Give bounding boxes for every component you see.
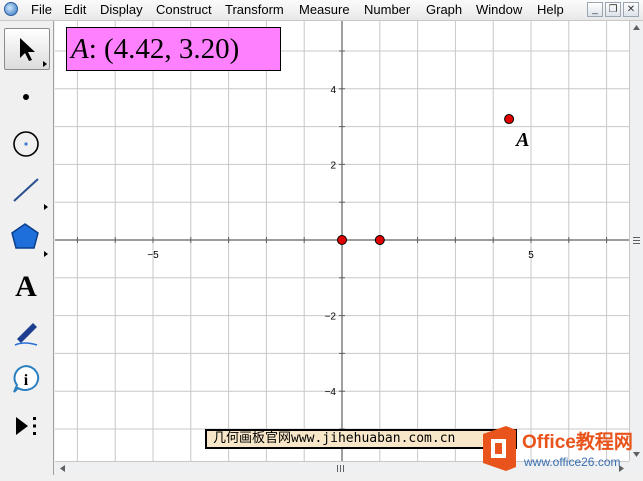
- information-tool[interactable]: i: [4, 358, 50, 400]
- letter-a-glyph: A: [15, 270, 37, 303]
- letter-a-icon: A: [15, 270, 37, 303]
- marker-tool[interactable]: [4, 311, 50, 353]
- menu-display[interactable]: Display: [100, 2, 143, 18]
- pen-icon: [14, 323, 38, 346]
- y-tick-label: 2: [330, 160, 336, 171]
- watermark-banner: 几何画板官网www.jihehuaban.com.cn: [205, 429, 517, 449]
- scrollbar-arrows: [633, 25, 640, 457]
- scroll-left-icon[interactable]: [60, 465, 65, 472]
- office-logo-icon: Office教程网 www.office26.com: [483, 426, 633, 471]
- measurement-label: A: [71, 33, 89, 65]
- polygon-tool[interactable]: [4, 217, 50, 259]
- minimize-button[interactable]: _: [587, 2, 603, 17]
- custom-tool[interactable]: [4, 405, 50, 447]
- coordinate-measurement[interactable]: A: (4.42, 3.20): [66, 27, 281, 71]
- dot-icon: [23, 94, 29, 100]
- logo-brand-text: Office教程网: [522, 430, 633, 453]
- flyout-indicator: [44, 251, 48, 257]
- app-icon[interactable]: [4, 2, 18, 16]
- menu-help[interactable]: Help: [537, 2, 564, 18]
- menu-window[interactable]: Window: [476, 2, 522, 18]
- menu-transform[interactable]: Transform: [225, 2, 284, 18]
- point-tool[interactable]: [4, 76, 50, 118]
- menu-measure[interactable]: Measure: [299, 2, 350, 18]
- measurement-value: : (4.42, 3.20): [88, 33, 240, 65]
- menu-number[interactable]: Number: [364, 2, 410, 18]
- unit-point: [374, 235, 385, 245]
- coordinate-grid: −5 5 4 2 −2 −4 A: [55, 21, 629, 461]
- straightedge-tool[interactable]: [4, 170, 50, 212]
- point-A-label: A: [514, 129, 529, 151]
- point-A: [504, 114, 515, 125]
- x-tick-label: −5: [147, 250, 159, 261]
- close-button[interactable]: ✕: [623, 2, 639, 17]
- vertical-scrollbar[interactable]: [629, 21, 643, 461]
- play-more-icon: [16, 417, 36, 435]
- logo-url-text: www.office26.com: [523, 455, 621, 469]
- info-icon: i: [13, 364, 40, 393]
- menu-bar: File Edit Display Construct Transform Me…: [0, 0, 643, 21]
- toolbox: A i: [0, 21, 54, 475]
- office-logo: Office教程网 www.office26.com: [478, 422, 643, 475]
- compass-tool[interactable]: [4, 123, 50, 165]
- menu-graph[interactable]: Graph: [426, 2, 462, 18]
- y-tick-label: −2: [325, 312, 337, 323]
- menu-construct[interactable]: Construct: [156, 2, 212, 18]
- scroll-up-icon[interactable]: [633, 25, 640, 30]
- x-tick-label: 5: [528, 250, 534, 261]
- y-tick-label: −4: [325, 387, 337, 398]
- restore-button[interactable]: ❐: [605, 2, 621, 17]
- origin: [337, 235, 347, 245]
- y-tick-label: 4: [330, 85, 336, 96]
- info-glyph: i: [24, 372, 29, 389]
- menu-edit[interactable]: Edit: [64, 2, 86, 18]
- arrow-tool[interactable]: [4, 28, 50, 70]
- flyout-indicator: [43, 61, 47, 67]
- circle-icon: [13, 131, 39, 157]
- sketch-canvas[interactable]: −5 5 4 2 −2 −4 A: [55, 21, 629, 461]
- text-tool[interactable]: A: [4, 264, 50, 306]
- menu-file[interactable]: File: [31, 2, 52, 18]
- flyout-indicator: [44, 204, 48, 210]
